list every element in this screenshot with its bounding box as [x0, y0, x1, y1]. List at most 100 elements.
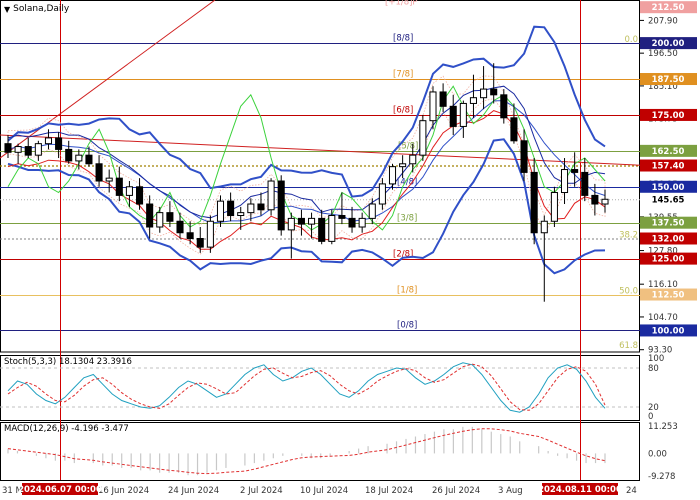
murrey-label: [7/8] — [393, 70, 413, 80]
candle-body — [378, 183, 386, 205]
stoch-signal-line — [7, 363, 606, 411]
murrey-label: [6/8] — [393, 106, 413, 116]
candle-body — [358, 217, 366, 228]
time-axis-label: 24 Jun 2024 — [168, 486, 219, 496]
candle-body — [237, 212, 245, 217]
candle — [267, 178, 275, 216]
macd-label: MACD(12,26,9) — [4, 424, 69, 434]
candle-body — [247, 203, 255, 214]
candle — [368, 198, 376, 225]
candle-body — [530, 171, 538, 234]
candle-body — [65, 148, 73, 162]
candle — [277, 175, 285, 236]
macd-signal-line — [7, 428, 606, 475]
macd-axis-label: 11.253 — [648, 422, 678, 432]
badge-label: 137.50 — [652, 219, 685, 229]
candle — [358, 212, 366, 233]
badge-label: 212.50 — [652, 3, 685, 13]
candle — [480, 66, 488, 110]
candle-body — [368, 203, 376, 219]
candle — [297, 209, 305, 236]
candle — [510, 103, 518, 144]
candle — [206, 215, 214, 253]
candle-body — [75, 154, 83, 162]
price-badge: 100.00 — [640, 324, 697, 337]
murrey-label: [1/8] — [397, 286, 417, 296]
price-tick-label: 207.90 — [648, 16, 678, 26]
time-axis: 31 M 16 Jun 2024 24 Jun 2024 2 Jul 2024 10 J… — [2, 483, 637, 496]
candle-body — [348, 217, 356, 228]
candle-body — [419, 120, 427, 156]
badge-label: 132.00 — [652, 234, 685, 244]
candle-body — [490, 88, 498, 96]
badge-label: 162.50 — [652, 147, 685, 157]
price-badge: 112.50 — [640, 288, 697, 301]
candle — [581, 158, 589, 202]
date-badge-label: 2024.08.11 00:00 — [538, 485, 622, 495]
candle — [459, 100, 467, 138]
candle — [24, 137, 32, 159]
candle-body — [186, 232, 194, 239]
candle — [419, 114, 427, 161]
price-badge: 212.50 — [640, 1, 697, 13]
price-badge: 157.40 — [640, 159, 697, 172]
badge-label: 150.00 — [652, 183, 685, 193]
candle — [14, 143, 22, 164]
badge-label: 125.00 — [652, 255, 685, 265]
macd-axis-label: -9.278 — [648, 472, 675, 482]
candle — [136, 178, 144, 210]
candle-body — [328, 215, 336, 242]
candle — [257, 192, 265, 216]
candle-body — [510, 117, 518, 142]
candle-body — [581, 171, 589, 196]
murrey-label: [8/8] — [393, 34, 413, 44]
fib-label: 50.0 — [619, 287, 638, 297]
candle-body — [287, 217, 295, 231]
candle-body — [277, 180, 285, 231]
candle-body — [520, 140, 528, 173]
candle — [95, 155, 103, 187]
price-badge: 150.00 — [640, 180, 697, 193]
price-badge: 175.00 — [640, 108, 697, 121]
candle-body — [571, 169, 579, 173]
candle-body — [44, 137, 53, 145]
candle — [176, 212, 184, 239]
candle-body — [206, 220, 214, 248]
bollinger-lower — [7, 138, 606, 275]
candle-body — [601, 198, 609, 205]
candle-body — [480, 88, 488, 99]
stoch-title: Stoch(5,3,3) 18.1304 23.3916 — [4, 357, 132, 367]
candle-body — [591, 194, 599, 205]
candle — [530, 158, 538, 245]
badge-label: 100.00 — [652, 326, 685, 336]
candle-body — [115, 177, 123, 196]
stoch-axis-label: 80 — [648, 364, 659, 374]
candle — [449, 94, 457, 136]
candle-body — [469, 97, 477, 104]
candle — [287, 212, 295, 259]
price-tick-label: 104.70 — [648, 313, 678, 323]
candle-body — [227, 200, 235, 217]
stoch-main-line — [7, 362, 606, 413]
stoch-label: Stoch(5,3,3) — [4, 357, 57, 367]
candle-body — [146, 203, 154, 228]
candle-body — [136, 186, 144, 205]
candle-body — [297, 217, 305, 225]
badge-label: 157.40 — [652, 162, 685, 172]
collapse-arrow-icon[interactable]: ▼ — [4, 5, 10, 14]
candle — [378, 178, 386, 210]
fib-label: 61.8 — [619, 341, 638, 351]
stoch-axis-label: 100 — [648, 354, 664, 364]
badge-label: 187.50 — [652, 75, 685, 85]
candle-body — [14, 146, 22, 153]
date-marker-badge: 2024.06.07 00:00 — [18, 483, 102, 495]
time-axis-label: 16 Jun 2024 — [98, 486, 149, 496]
candle — [591, 183, 599, 216]
candle — [500, 89, 508, 124]
candle-body — [85, 154, 93, 165]
candle-body — [388, 166, 397, 185]
candle-body — [409, 154, 417, 165]
chart-window: [+1/8]P [8/8] [7/8] [6/8] [5/8] [4/8] [3/8] [2/… — [0, 0, 700, 500]
time-axis-label: 10 Jul 2024 — [300, 486, 348, 496]
candle-body — [196, 237, 204, 248]
